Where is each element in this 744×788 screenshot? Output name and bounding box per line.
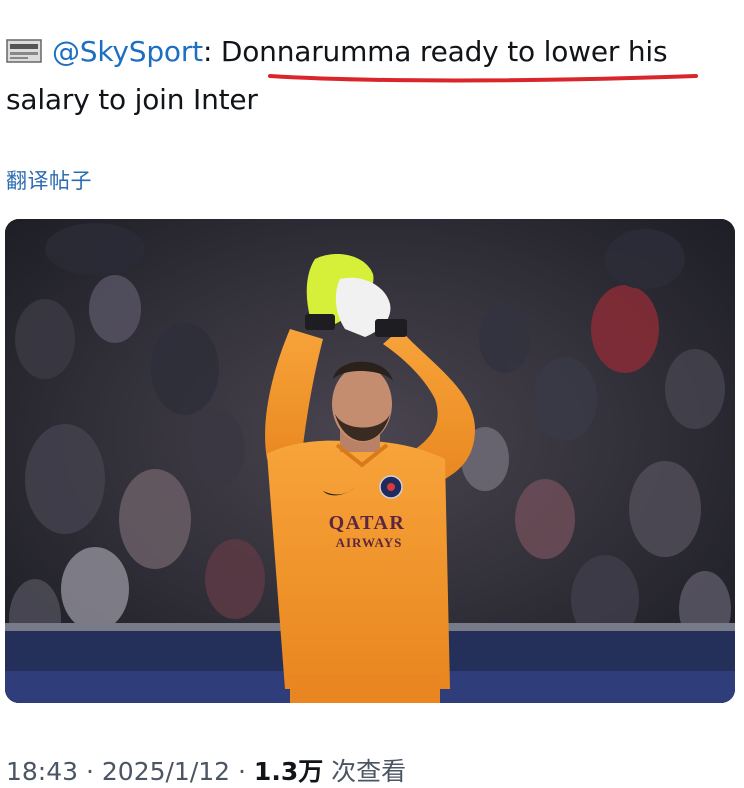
tweet-meta: 18:43 · 2025/1/12 · 1.3万 次查看 (6, 752, 406, 788)
tweet-time: 18:43 (6, 757, 79, 786)
jersey-sponsor-line1: QATAR (329, 512, 406, 534)
tweet-date: 2025/1/12 (101, 757, 231, 786)
tweet-text-line2: salary to join Inter (6, 83, 258, 116)
user-mention-link[interactable]: @SkySport (52, 35, 203, 68)
tweet-photo[interactable]: QATAR AIRWAYS (5, 219, 735, 703)
tweet-colon: : (202, 35, 221, 68)
meta-separator: · (230, 757, 254, 786)
translate-post-link[interactable]: 翻译帖子 (6, 165, 92, 195)
flag-icon (6, 31, 44, 63)
views-count[interactable]: 1.3万 (254, 757, 323, 786)
tweet-text: @SkySport: Donnarumma ready to lower his… (6, 28, 736, 124)
jersey-sponsor-line2: AIRWAYS (336, 535, 403, 550)
meta-separator: · (78, 757, 102, 786)
tweet-text-line1: Donnarumma ready to lower his (220, 35, 668, 68)
views-label: 次查看 (323, 757, 407, 786)
